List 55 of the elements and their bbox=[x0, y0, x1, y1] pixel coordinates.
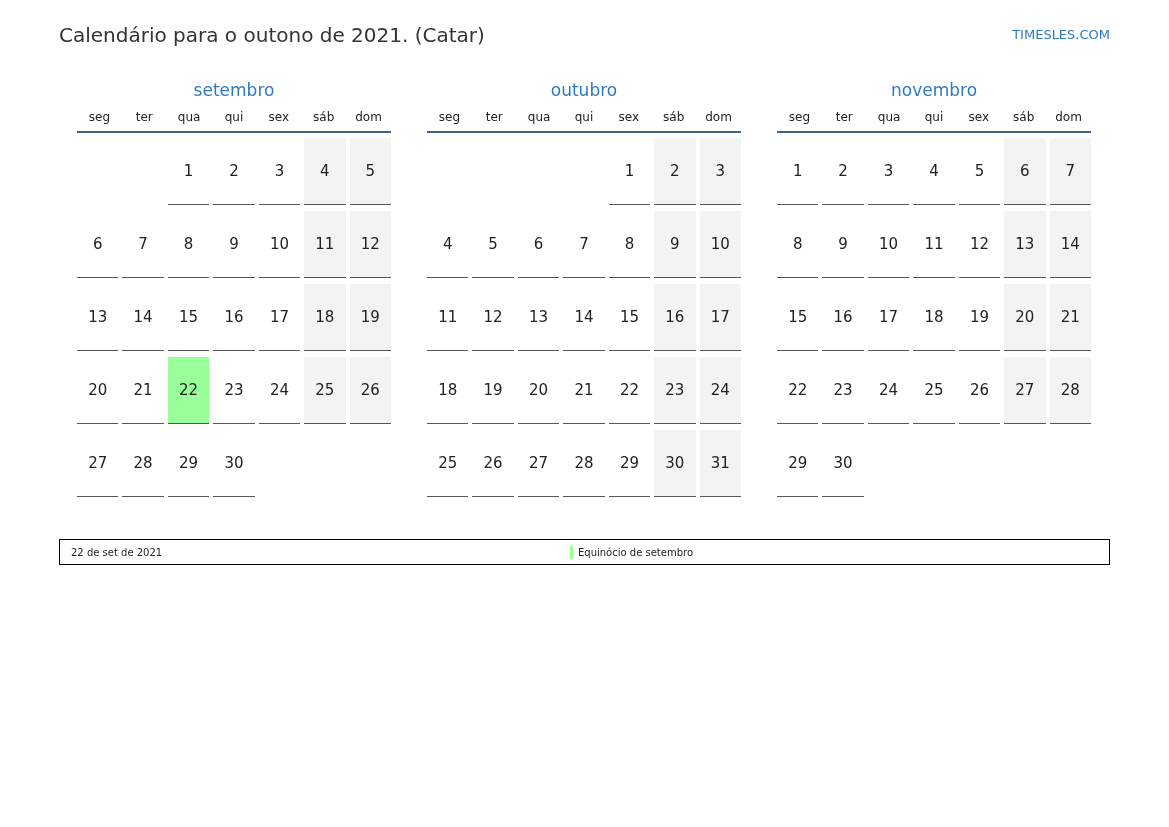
weekday-label: seg bbox=[87, 109, 112, 126]
event-date: 22 de set de 2021 bbox=[71, 545, 164, 560]
weekday-label: qui bbox=[573, 109, 595, 126]
day-cell[interactable]: 14 bbox=[1049, 211, 1091, 278]
day-cell[interactable]: 16 bbox=[654, 284, 696, 351]
weekday-label: dom bbox=[704, 109, 733, 126]
day-cell[interactable]: 18 bbox=[304, 284, 346, 351]
day-cell[interactable]: 2 bbox=[654, 138, 696, 205]
weekday-label: qua bbox=[526, 109, 552, 126]
weekday-label: sex bbox=[617, 109, 641, 126]
day-cell[interactable]: 9 bbox=[654, 211, 696, 278]
day-cell[interactable]: 22 bbox=[167, 357, 210, 424]
day-cell[interactable]: 3 bbox=[699, 138, 741, 205]
weekday-label: seg bbox=[437, 109, 462, 126]
day-cell[interactable]: 17 bbox=[699, 284, 741, 351]
day-cell[interactable]: 27 bbox=[1004, 357, 1046, 424]
month-name: setembro bbox=[192, 79, 276, 102]
weekday-label: qui bbox=[223, 109, 245, 126]
day-cell[interactable]: 10 bbox=[699, 211, 741, 278]
day-cell[interactable]: 4 bbox=[304, 138, 346, 205]
event-name: Equinócio de setembro bbox=[578, 545, 694, 560]
day-cell[interactable]: 30 bbox=[654, 430, 696, 497]
day-cell[interactable]: 12 bbox=[349, 211, 391, 278]
weekday-label: seg bbox=[787, 109, 812, 126]
month-name: novembro bbox=[889, 79, 979, 102]
day-cell[interactable]: 25 bbox=[304, 357, 346, 424]
day-cell[interactable]: 28 bbox=[1049, 357, 1091, 424]
weekday-label: qua bbox=[176, 109, 202, 126]
day-cell[interactable]: 31 bbox=[699, 430, 741, 497]
weekday-label: qua bbox=[876, 109, 902, 126]
weekday-label: ter bbox=[484, 109, 504, 126]
site-link[interactable]: TIMESLES.COM bbox=[1012, 25, 1110, 45]
weekday-label: qui bbox=[923, 109, 945, 126]
weekday-label: dom bbox=[354, 109, 383, 126]
weekday-label: ter bbox=[834, 109, 854, 126]
day-cell[interactable]: 19 bbox=[349, 284, 391, 351]
day-cell[interactable]: 5 bbox=[349, 138, 391, 205]
weekday-label: sex bbox=[267, 109, 291, 126]
day-cell[interactable]: 23 bbox=[654, 357, 696, 424]
day-cell[interactable]: 21 bbox=[1049, 284, 1091, 351]
weekday-label: dom bbox=[1054, 109, 1083, 126]
day-cell[interactable]: 24 bbox=[699, 357, 741, 424]
weekday-label: ter bbox=[134, 109, 154, 126]
weekday-label: sáb bbox=[662, 109, 686, 126]
day-cell[interactable]: 20 bbox=[1004, 284, 1046, 351]
day-cell[interactable]: 11 bbox=[304, 211, 346, 278]
day-cell[interactable]: 26 bbox=[349, 357, 391, 424]
day-cell[interactable]: 6 bbox=[1004, 138, 1046, 205]
day-cell[interactable]: 7 bbox=[1049, 138, 1091, 205]
day-cell[interactable]: 13 bbox=[1004, 211, 1046, 278]
weekday-label: sáb bbox=[1012, 109, 1036, 126]
page-title: Calendário para o outono de 2021. (Catar) bbox=[59, 22, 485, 49]
month-name: outubro bbox=[549, 79, 619, 102]
weekday-label: sáb bbox=[312, 109, 336, 126]
weekday-label: sex bbox=[967, 109, 991, 126]
